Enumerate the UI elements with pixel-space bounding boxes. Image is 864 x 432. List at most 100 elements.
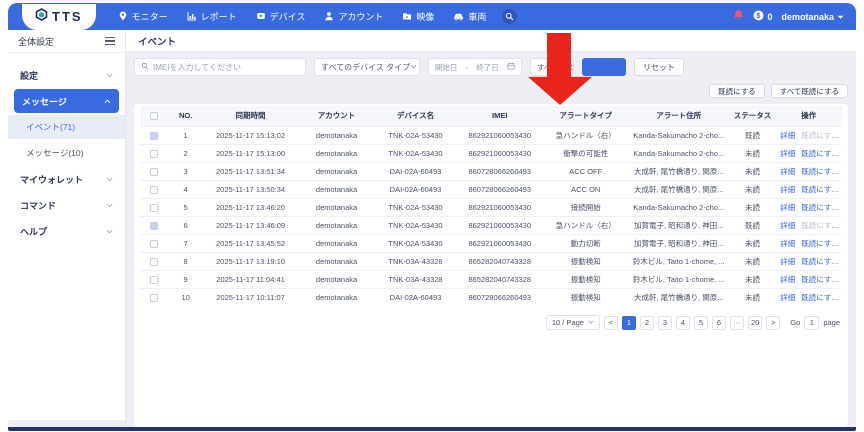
chevron-down-icon [106,202,113,209]
sidebar-title: 全体設定 [18,35,54,48]
page-ellipsis[interactable]: ··· [730,316,744,330]
cell-sync-time: 2025-11-17 15:13:02 [203,126,298,144]
mark-read-link[interactable]: 既読にする [801,149,839,158]
cell-status: 未読 [730,288,776,306]
mark-read-link[interactable]: 既読にする [801,293,839,302]
cell-alert-type: 動力切断 [544,234,628,252]
mark-read-link[interactable]: 既読にする [801,167,839,176]
row-checkbox[interactable] [150,222,158,230]
wallet-count: 0 [767,12,772,22]
imei-search-field[interactable] [134,58,306,76]
nav-search-button[interactable] [502,9,517,24]
detail-link[interactable]: 詳細 [780,257,795,266]
detail-link[interactable]: 詳細 [780,131,795,140]
cell-device-name: TNK-03A-43328 [375,270,456,288]
mark-read-link[interactable]: 既読にする [801,239,839,248]
page-button[interactable]: 5 [694,316,708,330]
mark-read-link[interactable]: 既読にする [801,275,839,284]
sidebar-subitem-events[interactable]: イベント(71) [8,115,125,139]
imei-search-input[interactable] [153,63,299,72]
row-checkbox[interactable] [150,294,158,302]
cell-sync-time: 2025-11-17 10:11:07 [203,288,298,306]
page-button[interactable]: 3 [658,316,672,330]
detail-link[interactable]: 詳細 [780,239,795,248]
page-button[interactable]: 6 [712,316,726,330]
user-menu[interactable]: demotanaka [781,12,844,22]
detail-link[interactable]: 詳細 [780,167,795,176]
table-row: 82025-11-17 13:19:10demotanakaTNK-03A-43… [140,252,842,270]
row-checkbox[interactable] [150,240,158,248]
detail-link[interactable]: 詳細 [780,275,795,284]
nav-item-report[interactable]: レポート [187,10,237,23]
prev-page-button[interactable]: < [604,316,618,330]
bottom-bar [8,427,856,431]
nav-item-vehicle[interactable]: 車両 [453,10,486,23]
row-checkbox[interactable] [150,258,158,266]
cell-device-name: DAI-02A-60493 [375,162,456,180]
go-page-input[interactable] [804,316,819,330]
wallet-balance[interactable]: $ 0 [753,10,772,23]
mark-read-link[interactable]: 既読にする [801,257,839,266]
cell-account: demotanaka [298,198,375,216]
page-button[interactable]: 4 [676,316,690,330]
detail-link[interactable]: 詳細 [780,149,795,158]
mark-all-read-button[interactable]: すべて既読にする [771,84,848,98]
search-icon [505,8,514,26]
select-all-checkbox[interactable] [150,112,158,120]
nav-label: デバイス [270,10,306,23]
row-checkbox[interactable] [150,276,158,284]
mark-read-button[interactable]: 既読にする [709,84,765,98]
cell-alert-address: 大成軒, 尾竹橋通り, 関原... [628,288,730,306]
detail-link[interactable]: 詳細 [780,221,795,230]
next-page-button[interactable]: > [766,316,780,330]
sidebar-item-wallet[interactable]: マイウォレット [8,167,125,191]
page-button[interactable]: 20 [748,316,762,330]
sidebar-item-settings[interactable]: 設定 [8,63,125,87]
mark-read-link[interactable]: 既読にする [801,131,839,140]
cell-sync-time: 2025-11-17 13:46:09 [203,216,298,234]
row-checkbox[interactable] [150,204,158,212]
device-icon [256,11,266,23]
search-button[interactable] [582,58,626,76]
bulk-actions-row: 既読にする すべて既読にする [134,84,848,98]
nav-item-video[interactable]: 映像 [402,10,434,23]
detail-link[interactable]: 詳細 [780,203,795,212]
mark-read-link[interactable]: 既読にする [801,203,839,212]
col-device-name: デバイス名 [375,106,456,126]
cell-device-name: DAI-02A-60493 [375,180,456,198]
row-checkbox[interactable] [150,150,158,158]
sidebar-item-command[interactable]: コマンド [8,193,125,217]
chevron-down-icon [837,12,844,22]
device-type-select[interactable]: すべてのデバイス タイプ [314,58,420,76]
cell-alert-address: 加賀電子, 昭和通り, 神田... [628,216,730,234]
row-checkbox[interactable] [150,168,158,176]
cell-alert-type: 衝撃の可能性 [544,144,628,162]
cell-no: 5 [168,198,203,216]
bell-icon[interactable] [733,8,744,26]
nav-item-device[interactable]: デバイス [256,10,306,23]
page-size-select[interactable]: 10 / Page [546,315,600,330]
col-alert-type: アラートタイプ [544,106,628,126]
cell-sync-time: 2025-11-17 15:13:00 [203,144,298,162]
detail-link[interactable]: 詳細 [780,185,795,194]
logo[interactable]: TTS [22,4,96,30]
row-checkbox[interactable] [150,186,158,194]
sidebar-subitem-messages[interactable]: メッセージ(10) [8,141,125,165]
date-range-picker[interactable]: 開始日 - 終了日 [428,58,522,76]
page-button[interactable]: 1 [622,316,636,330]
row-checkbox[interactable] [150,132,158,140]
nav-item-account[interactable]: アカウント [324,10,383,23]
cell-alert-type: 振動検知 [544,288,628,306]
detail-link[interactable]: 詳細 [780,293,795,302]
reset-button[interactable]: リセット [634,58,684,76]
mark-read-link[interactable]: 既読にする [801,185,839,194]
date-end-placeholder: 終了日 [476,62,499,73]
page-button[interactable]: 2 [640,316,654,330]
status-select[interactable]: すべてのステ [530,58,574,76]
sidebar-item-help[interactable]: ヘルプ [8,219,125,243]
sidebar-item-messages[interactable]: メッセージ [14,89,119,113]
mark-read-link[interactable]: 既読にする [801,221,839,230]
nav-item-monitor[interactable]: モニター [118,10,168,23]
hamburger-icon[interactable] [105,37,115,46]
sidebar-header: 全体設定 [8,30,125,53]
